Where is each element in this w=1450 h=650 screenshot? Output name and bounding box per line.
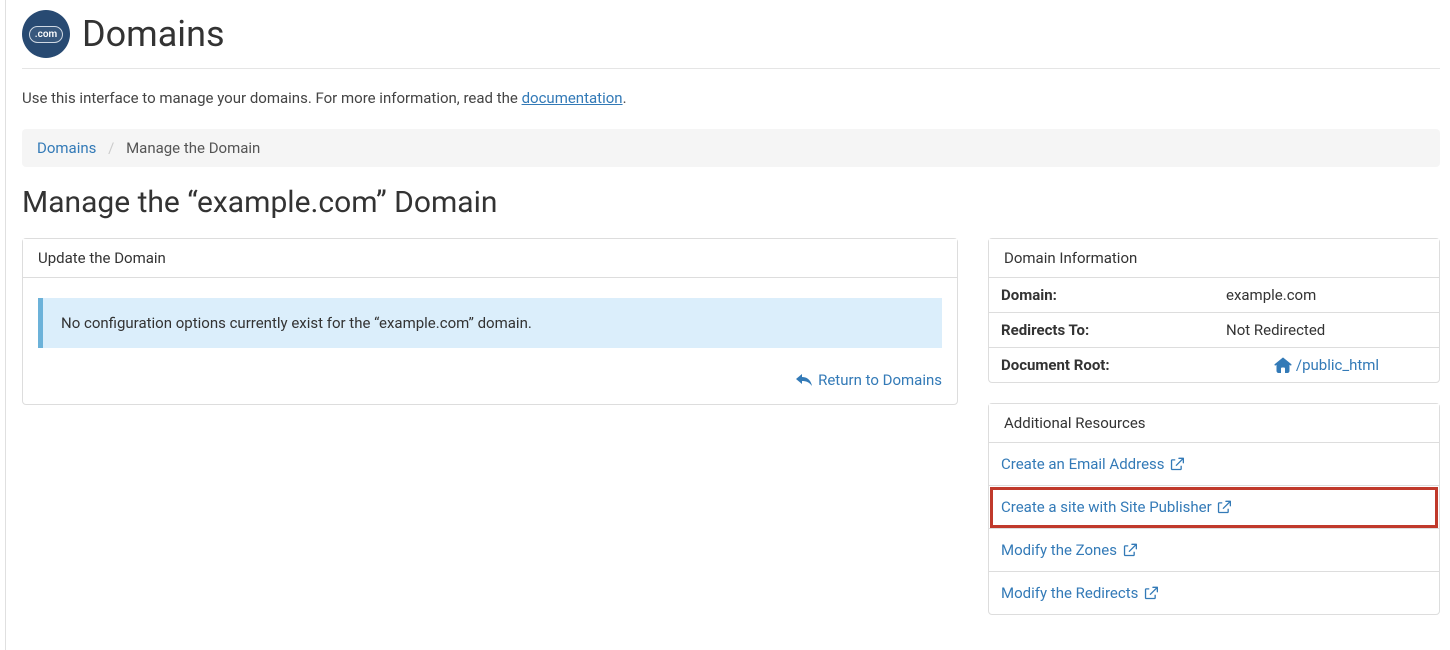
document-root-label: Document Root: — [989, 348, 1214, 383]
modify-zones-link[interactable]: Modify the Zones — [989, 529, 1439, 571]
domains-icon-label: .com — [29, 26, 63, 43]
table-row: Document Root: /public_html — [989, 348, 1439, 383]
create-email-label: Create an Email Address — [1001, 455, 1168, 473]
domain-label: Domain: — [989, 278, 1214, 313]
additional-resources-heading: Additional Resources — [989, 404, 1439, 443]
breadcrumb-separator: / — [108, 139, 114, 157]
modify-redirects-label: Modify the Redirects — [1001, 584, 1142, 602]
domains-icon: .com — [22, 10, 70, 58]
redirects-value: Not Redirected — [1214, 313, 1439, 348]
external-link-icon — [1123, 543, 1137, 557]
page-edge — [0, 0, 6, 650]
intro-suffix: . — [623, 89, 627, 107]
modify-zones-label: Modify the Zones — [1001, 541, 1121, 559]
site-publisher-label: Create a site with Site Publisher — [1001, 498, 1215, 516]
redirects-label: Redirects To: — [989, 313, 1214, 348]
no-config-alert: No configuration options currently exist… — [38, 298, 942, 348]
update-domain-panel: Update the Domain No configuration optio… — [22, 238, 958, 405]
section-title: Manage the “example.com” Domain — [22, 185, 1440, 220]
site-publisher-link[interactable]: Create a site with Site Publisher — [989, 486, 1439, 528]
breadcrumb-current: Manage the Domain — [126, 139, 260, 157]
document-root-link[interactable]: /public_html — [1274, 356, 1379, 374]
create-email-link[interactable]: Create an Email Address — [989, 443, 1439, 485]
list-item: Create a site with Site Publisher — [989, 486, 1439, 529]
list-item: Create an Email Address — [989, 443, 1439, 486]
page-title: Domains — [82, 13, 225, 55]
additional-resources-panel: Additional Resources Create an Email Add… — [988, 403, 1440, 615]
intro-text: Use this interface to manage your domain… — [22, 89, 1440, 107]
domain-value: example.com — [1214, 278, 1439, 313]
domain-info-table: Domain: example.com Redirects To: Not Re… — [989, 278, 1439, 382]
list-item: Modify the Redirects — [989, 572, 1439, 614]
domain-info-heading: Domain Information — [989, 239, 1439, 278]
update-domain-heading: Update the Domain — [23, 239, 957, 278]
intro-prefix: Use this interface to manage your domain… — [22, 89, 522, 107]
resource-list: Create an Email Address Create a site wi… — [989, 443, 1439, 614]
domain-info-panel: Domain Information Domain: example.com R… — [988, 238, 1440, 383]
external-link-icon — [1170, 457, 1184, 471]
external-link-icon — [1144, 586, 1158, 600]
return-to-domains-link[interactable]: Return to Domains — [38, 363, 942, 389]
home-icon — [1274, 357, 1292, 373]
documentation-link[interactable]: documentation — [522, 89, 623, 107]
reply-arrow-icon — [796, 373, 812, 387]
table-row: Redirects To: Not Redirected — [989, 313, 1439, 348]
list-item: Modify the Zones — [989, 529, 1439, 572]
external-link-icon — [1217, 500, 1231, 514]
return-to-domains-label: Return to Domains — [818, 371, 942, 389]
modify-redirects-link[interactable]: Modify the Redirects — [989, 572, 1439, 614]
breadcrumb: Domains / Manage the Domain — [22, 129, 1440, 167]
breadcrumb-root-link[interactable]: Domains — [37, 139, 96, 157]
document-root-value: /public_html — [1296, 356, 1379, 374]
table-row: Domain: example.com — [989, 278, 1439, 313]
page-header: .com Domains — [22, 10, 1440, 69]
